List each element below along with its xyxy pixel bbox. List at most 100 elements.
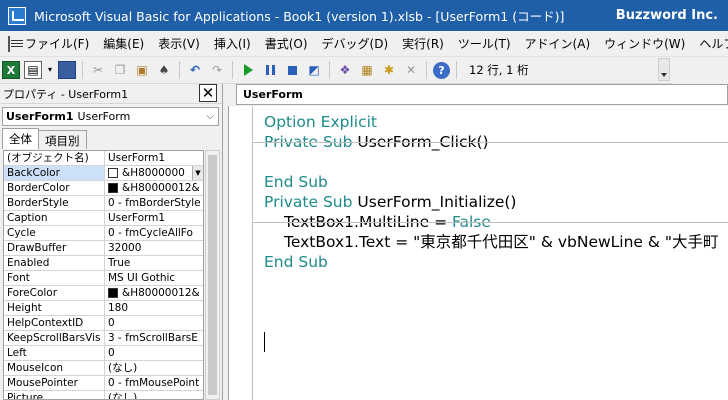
property-value[interactable]: 0 - fmBorderStyle (105, 196, 203, 210)
menu-addins[interactable]: アドイン(A) (518, 35, 598, 52)
menu-run[interactable]: 実行(R) (395, 35, 451, 52)
menu-format[interactable]: 書式(O) (258, 35, 315, 52)
redo-icon[interactable]: ↷ (208, 61, 226, 79)
menu-debug[interactable]: デバッグ(D) (315, 35, 396, 52)
property-grid-scrollbar[interactable] (205, 150, 220, 400)
code-line[interactable] (264, 152, 719, 172)
property-name[interactable]: BorderStyle (4, 196, 105, 210)
code-line[interactable]: Private Sub UserForm_Initialize() (264, 192, 719, 212)
help-icon[interactable]: ? (433, 61, 450, 79)
properties-icon[interactable]: ▦ (358, 61, 376, 79)
property-row[interactable]: KeepScrollBarsVis 3 - fmScrollBarsE (4, 331, 203, 346)
property-row[interactable]: Picture (なし) (4, 391, 203, 399)
chevron-down-icon[interactable]: ▼ (192, 166, 203, 180)
property-name[interactable]: HelpContextID (4, 316, 105, 330)
property-value[interactable]: 3 - fmScrollBarsE (105, 331, 203, 345)
code-line[interactable]: TextBox1.Text = "東京都千代田区" & vbNewLine & … (264, 232, 719, 252)
toolbar-options-button[interactable] (658, 58, 670, 81)
object-browser-icon[interactable]: ✱ (380, 61, 398, 79)
chevron-down-icon[interactable]: ⌵ (206, 111, 214, 122)
code-editor[interactable]: Option Explicit Private Sub UserForm_Clic… (228, 106, 728, 400)
property-value[interactable]: 32000 (105, 241, 203, 255)
cut-icon[interactable]: ✂ (89, 61, 107, 79)
save-icon[interactable] (58, 61, 76, 79)
menu-insert[interactable]: 挿入(I) (207, 35, 258, 52)
property-value[interactable]: &H80000012& (105, 181, 203, 195)
design-mode-icon[interactable]: ◩ (305, 61, 323, 79)
property-row[interactable]: Left 0 (4, 346, 203, 361)
copy-icon[interactable]: ❐ (111, 61, 129, 79)
property-row[interactable]: Caption UserForm1 (4, 211, 203, 226)
property-row[interactable]: HelpContextID 0 (4, 316, 203, 331)
property-row[interactable]: Cycle 0 - fmCycleAllFo (4, 226, 203, 241)
code-text[interactable]: Option Explicit Private Sub UserForm_Clic… (264, 112, 719, 272)
property-name[interactable]: Font (4, 271, 105, 285)
find-icon[interactable]: ♠ (155, 61, 173, 79)
property-name[interactable]: Height (4, 301, 105, 315)
object-selector[interactable]: UserForm1 UserForm ⌵ (2, 107, 219, 126)
tab-categorized[interactable]: 項目別 (38, 130, 87, 149)
code-object-selector[interactable]: UserForm (236, 84, 728, 105)
code-line[interactable]: End Sub (264, 252, 719, 272)
property-name[interactable]: Cycle (4, 226, 105, 240)
property-value[interactable]: 0 - fmMousePoint (105, 376, 203, 390)
property-row[interactable]: Font MS UI Gothic (4, 271, 203, 286)
property-row[interactable]: BorderStyle 0 - fmBorderStyle (4, 196, 203, 211)
menu-file[interactable]: ファイル(F) (18, 35, 96, 52)
property-row[interactable]: DrawBuffer 32000 (4, 241, 203, 256)
pause-button[interactable] (261, 61, 279, 79)
property-value[interactable]: (なし) (105, 391, 203, 399)
project-explorer-icon[interactable]: ❖ (336, 61, 354, 79)
property-row[interactable]: MouseIcon (なし) (4, 361, 203, 376)
property-name[interactable]: Enabled (4, 256, 105, 270)
code-line[interactable]: Option Explicit (264, 112, 719, 132)
property-value[interactable]: True (105, 256, 203, 270)
property-value[interactable]: 180 (105, 301, 203, 315)
property-row[interactable]: BackColor &H8000000 ▼ (4, 166, 203, 181)
property-name[interactable]: DrawBuffer (4, 241, 105, 255)
property-name[interactable]: MousePointer (4, 376, 105, 390)
vba-app-icon[interactable] (8, 6, 26, 25)
property-row[interactable]: BorderColor &H80000012& (4, 181, 203, 196)
property-name[interactable]: MouseIcon (4, 361, 105, 375)
menu-tools[interactable]: ツール(T) (451, 35, 518, 52)
property-row[interactable]: Enabled True (4, 256, 203, 271)
property-value[interactable]: &H8000000 ▼ (105, 166, 203, 180)
property-row[interactable]: ForeColor &H80000012& (4, 286, 203, 301)
property-value[interactable]: &H80000012& (105, 286, 203, 300)
insert-userform-icon[interactable]: ▤ (24, 61, 42, 79)
property-value[interactable]: UserForm1 (105, 151, 203, 165)
property-name[interactable]: Left (4, 346, 105, 360)
property-value[interactable]: (なし) (105, 361, 203, 375)
property-name[interactable]: Picture (4, 391, 105, 399)
system-menu-icon[interactable] (8, 35, 23, 52)
property-value[interactable]: UserForm1 (105, 211, 203, 225)
property-name[interactable]: BorderColor (4, 181, 105, 195)
property-name[interactable]: (オブジェクト名) (4, 151, 105, 165)
code-line[interactable]: End Sub (264, 172, 719, 192)
property-row[interactable]: MousePointer 0 - fmMousePoint (4, 376, 203, 391)
menu-help[interactable]: ヘルプ(H) (692, 35, 728, 52)
property-name[interactable]: Caption (4, 211, 105, 225)
excel-icon[interactable]: X (2, 61, 20, 79)
tab-alphabetic[interactable]: 全体 (2, 128, 39, 149)
property-value[interactable]: 0 - fmCycleAllFo (105, 226, 203, 240)
paste-icon[interactable]: ▣ (133, 61, 151, 79)
property-value[interactable]: 0 (105, 316, 203, 330)
property-name[interactable]: ForeColor (4, 286, 105, 300)
run-button[interactable] (239, 61, 257, 79)
close-icon[interactable]: ✕ (199, 84, 217, 102)
property-row[interactable]: (オブジェクト名) UserForm1 (4, 151, 203, 166)
property-name[interactable]: KeepScrollBarsVis (4, 331, 105, 345)
menu-window[interactable]: ウィンドウ(W) (597, 35, 692, 52)
toolbox-icon[interactable]: ✕ (402, 61, 420, 79)
property-row[interactable]: Height 180 (4, 301, 203, 316)
scrollbar-thumb[interactable] (208, 155, 217, 395)
property-name[interactable]: BackColor (4, 166, 105, 180)
menu-view[interactable]: 表示(V) (151, 35, 207, 52)
menu-edit[interactable]: 編集(E) (96, 35, 151, 52)
stop-button[interactable] (283, 61, 301, 79)
dropdown-arrow-icon[interactable]: ▾ (46, 61, 54, 79)
code-margin[interactable] (229, 106, 253, 400)
undo-icon[interactable]: ↶ (186, 61, 204, 79)
